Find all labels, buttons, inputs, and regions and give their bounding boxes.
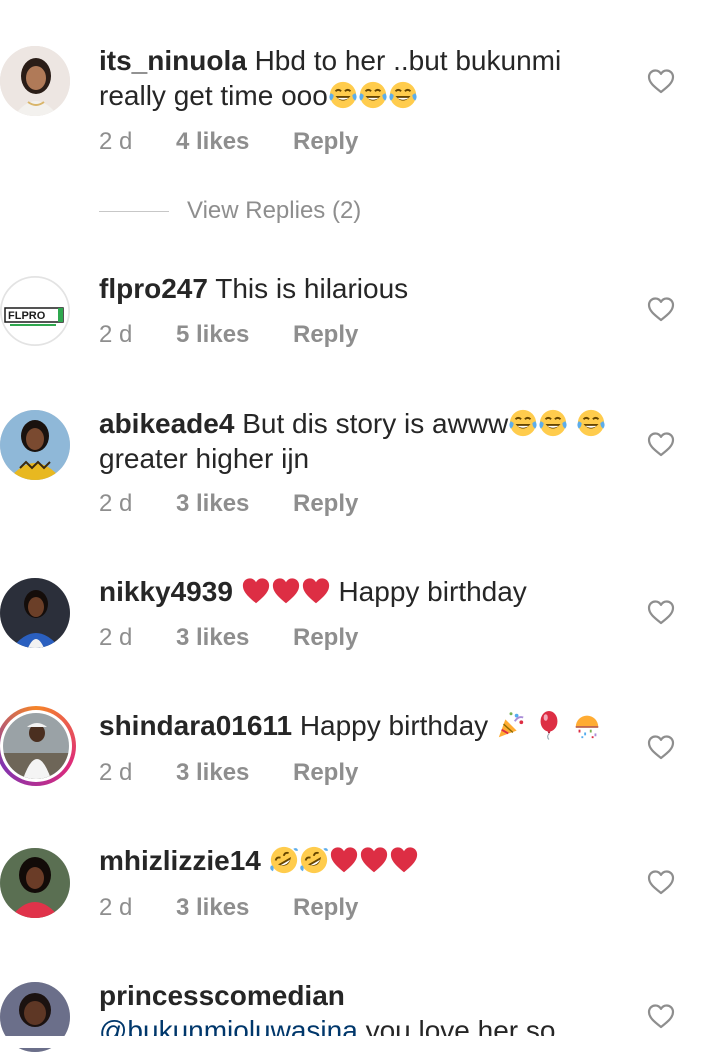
comment-body: nikky4939 Happy birthday (99, 574, 629, 609)
flpro-logo-text: FLPRO (8, 310, 46, 322)
like-heart-icon[interactable] (647, 734, 675, 760)
face-with-tears-of-joy-icon (576, 408, 606, 438)
reply-button[interactable]: Reply (293, 490, 358, 518)
comment-time: 2 d (99, 490, 133, 517)
avatar[interactable] (0, 46, 70, 116)
balloon-icon (534, 710, 564, 740)
comment-time: 2 d (99, 624, 133, 651)
comment-username[interactable]: flpro247 (99, 273, 208, 304)
avatar[interactable] (0, 410, 70, 480)
comment-meta: 2 d 3 likes Reply (99, 894, 358, 922)
comment-body: its_ninuola Hbd to her ..but bukunmi rea… (99, 43, 629, 113)
red-heart-icon (359, 845, 389, 875)
comment-meta: 2 d 4 likes Reply (99, 128, 358, 156)
rolling-on-floor-laughing-icon (269, 845, 299, 875)
avatar-ring-gap (0, 710, 72, 782)
comment-likes[interactable]: 5 likes (176, 321, 293, 349)
comment-meta: 2 d 3 likes Reply (99, 759, 358, 787)
avatar-photo-icon (3, 713, 69, 779)
comment-body: flpro247 This is hilarious (99, 271, 629, 306)
reply-button[interactable]: Reply (293, 321, 358, 349)
like-heart-icon[interactable] (647, 68, 675, 94)
face-with-tears-of-joy-icon (388, 80, 418, 110)
rolling-on-floor-laughing-icon (299, 845, 329, 875)
comment-text: This is hilarious (215, 273, 409, 304)
comment-likes[interactable]: 3 likes (176, 490, 293, 518)
like-heart-icon[interactable] (647, 1003, 675, 1029)
face-with-tears-of-joy-icon (358, 80, 388, 110)
party-popper-icon (496, 710, 526, 740)
comment-body: abikeade4 But dis story is awww greater … (99, 406, 629, 476)
reply-button[interactable]: Reply (293, 624, 358, 652)
avatar-photo-icon (0, 410, 70, 480)
face-with-tears-of-joy-icon (328, 80, 358, 110)
comment-text: But dis story is awww (242, 408, 509, 439)
comment-meta: 2 d 3 likes Reply (99, 624, 358, 652)
avatar-photo-icon (0, 578, 70, 648)
red-heart-icon (329, 845, 359, 875)
like-heart-icon[interactable] (647, 599, 675, 625)
reply-button[interactable]: Reply (293, 759, 358, 787)
comment-likes[interactable]: 3 likes (176, 624, 293, 652)
comment-time: 2 d (99, 128, 133, 155)
reply-button[interactable]: Reply (293, 894, 358, 922)
comment-username[interactable]: shindara01611 (99, 710, 292, 741)
red-heart-icon (271, 576, 301, 606)
comment-text: Happy birthday (338, 576, 527, 607)
comment-likes[interactable]: 3 likes (176, 759, 293, 787)
comment-time: 2 d (99, 759, 133, 786)
like-heart-icon[interactable] (647, 869, 675, 895)
confetti-ball-icon (572, 710, 602, 740)
avatar-photo-icon (0, 848, 70, 918)
comment-time: 2 d (99, 894, 133, 921)
reply-button[interactable]: Reply (293, 128, 358, 156)
comment-username[interactable]: abikeade4 (99, 408, 234, 439)
comment-likes[interactable]: 4 likes (176, 128, 293, 156)
screen-bottom-edge (0, 1036, 720, 1048)
comment-body: shindara01611 Happy birthday (99, 708, 629, 743)
comment-body: mhizlizzie14 (99, 843, 629, 878)
red-heart-icon (389, 845, 419, 875)
comment-text: Happy birthday (299, 710, 489, 741)
flpro-logo-icon: FLPRO (0, 276, 70, 346)
comment-meta: 2 d 3 likes Reply (99, 490, 358, 518)
comment-meta: 2 d 5 likes Reply (99, 321, 358, 349)
comment-username[interactable]: nikky4939 (99, 576, 233, 607)
avatar-photo-icon (0, 46, 70, 116)
avatar[interactable]: FLPRO (0, 276, 70, 346)
avatar (3, 713, 69, 779)
comment-username[interactable]: mhizlizzie14 (99, 845, 261, 876)
like-heart-icon[interactable] (647, 431, 675, 457)
avatar-story-ring[interactable] (0, 706, 76, 786)
face-with-tears-of-joy-icon (538, 408, 568, 438)
comment-likes[interactable]: 3 likes (176, 894, 293, 922)
view-replies-label[interactable]: View Replies (2) (187, 197, 361, 225)
avatar[interactable] (0, 578, 70, 648)
face-with-tears-of-joy-icon (508, 408, 538, 438)
red-heart-icon (241, 576, 271, 606)
like-heart-icon[interactable] (647, 296, 675, 322)
comment-text-continued: greater higher ijn (99, 443, 310, 474)
comment-username[interactable]: princesscomedian (99, 980, 345, 1011)
comment-time: 2 d (99, 321, 133, 348)
comment-username[interactable]: its_ninuola (99, 45, 247, 76)
red-heart-icon (301, 576, 331, 606)
view-replies-divider (99, 211, 169, 212)
avatar[interactable] (0, 848, 70, 918)
